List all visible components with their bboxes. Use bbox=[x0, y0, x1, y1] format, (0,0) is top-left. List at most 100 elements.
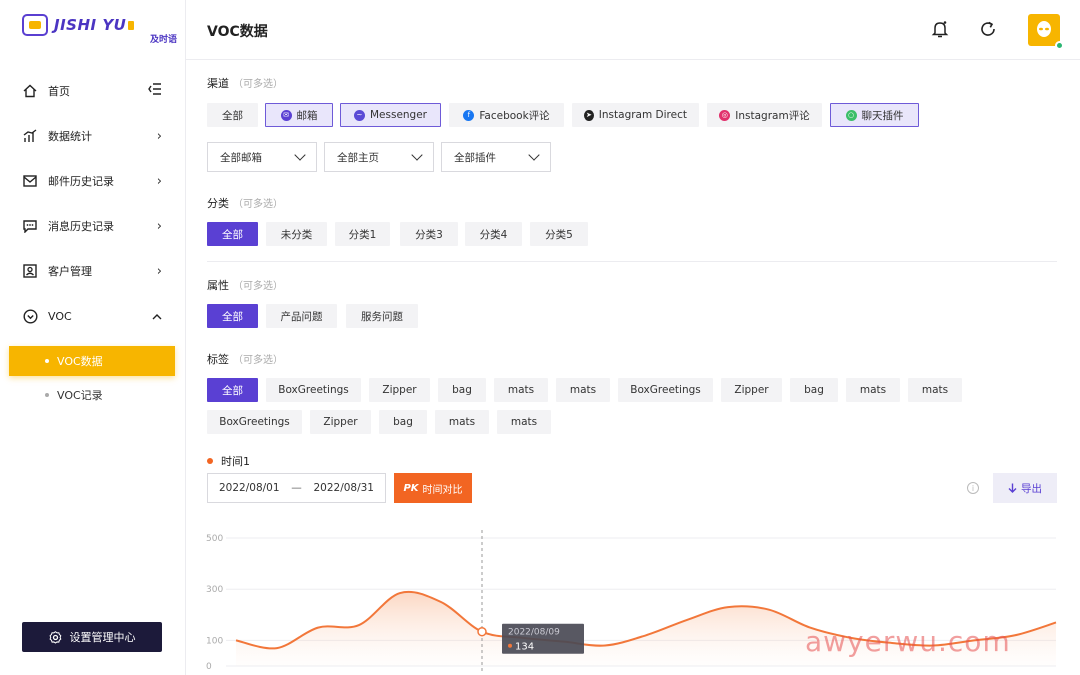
channel-chip-instagram-direct[interactable]: ➤ Instagram Direct bbox=[572, 103, 699, 127]
compare-time-button[interactable]: PK 时间对比 bbox=[394, 473, 472, 503]
info-icon[interactable]: i bbox=[967, 482, 979, 494]
sidebar-subitem-label: VOC记录 bbox=[57, 389, 103, 402]
sidebar-item-label: 首页 bbox=[48, 85, 70, 98]
tag-chip[interactable]: Zipper bbox=[310, 410, 371, 434]
channel-chip-all[interactable]: 全部 bbox=[207, 103, 258, 127]
mail-icon bbox=[22, 173, 38, 189]
page-select[interactable]: 全部主页 bbox=[324, 142, 434, 172]
attribute-section-label: 属性 （可多选） bbox=[207, 279, 283, 292]
sidebar-item-label: 邮件历史记录 bbox=[48, 175, 114, 188]
logo-subtitle: 及时语 bbox=[150, 35, 178, 45]
y-tick-label: 100 bbox=[206, 636, 223, 646]
sidebar-item-email-history[interactable]: 邮件历史记录 › bbox=[0, 169, 186, 193]
tag-chip[interactable]: bag bbox=[790, 378, 838, 402]
tag-chip[interactable]: Zipper bbox=[369, 378, 430, 402]
logo-icon bbox=[22, 14, 48, 36]
channel-section-label: 渠道 （可多选） bbox=[207, 77, 283, 90]
tags-section-label: 标签 （可多选） bbox=[207, 353, 283, 366]
sidebar-item-label: VOC bbox=[48, 309, 72, 323]
tag-chip[interactable]: mats bbox=[908, 378, 962, 402]
sidebar-subitem-label: VOC数据 bbox=[57, 355, 103, 368]
export-button[interactable]: 导出 bbox=[993, 473, 1057, 503]
tag-chip[interactable]: Zipper bbox=[721, 378, 782, 402]
alien-avatar-icon bbox=[1037, 21, 1051, 37]
category-chip-5[interactable]: 分类5 bbox=[530, 222, 588, 246]
sidebar: JISHI YU 及时语 首页 数据统计 › 邮件历史记录 › 消息历史记录 › bbox=[0, 0, 186, 675]
sidebar-item-statistics[interactable]: 数据统计 › bbox=[0, 124, 186, 148]
sidebar-item-customers[interactable]: 客户管理 › bbox=[0, 259, 186, 283]
chart-hover-point bbox=[477, 626, 487, 637]
tag-chip[interactable]: BoxGreetings bbox=[266, 378, 361, 402]
mail-circle-icon: ✉ bbox=[280, 109, 292, 121]
sidebar-item-label: 客户管理 bbox=[48, 265, 92, 278]
bell-icon[interactable] bbox=[929, 18, 951, 40]
section-divider bbox=[207, 261, 1057, 262]
tooltip-value: 134 bbox=[515, 642, 534, 653]
settings-icon bbox=[48, 630, 61, 644]
mailbox-select[interactable]: 全部邮箱 bbox=[207, 142, 317, 172]
chevron-right-icon: › bbox=[156, 263, 162, 279]
tag-chip[interactable]: mats bbox=[556, 378, 610, 402]
collapse-menu-icon[interactable] bbox=[148, 83, 162, 99]
message-icon bbox=[22, 218, 38, 234]
tag-chip[interactable]: mats bbox=[846, 378, 900, 402]
chart-tooltip: 2022/08/09 134 bbox=[502, 623, 584, 654]
sidebar-item-label: 数据统计 bbox=[48, 130, 92, 143]
attribute-chip-service-issue[interactable]: 服务问题 bbox=[346, 304, 418, 328]
app-logo: JISHI YU bbox=[22, 14, 135, 36]
home-icon bbox=[22, 83, 38, 99]
channel-chip-facebook-comments[interactable]: f Facebook评论 bbox=[449, 103, 564, 127]
page-title: VOC数据 bbox=[207, 24, 268, 40]
online-status-dot bbox=[1055, 41, 1064, 50]
category-chip-1[interactable]: 分类1 bbox=[335, 222, 390, 246]
watermark-text: awyerwu.com bbox=[805, 625, 1011, 658]
chevron-up-icon bbox=[152, 309, 162, 324]
tag-chip[interactable]: BoxGreetings bbox=[207, 410, 302, 434]
logo-text: JISHI YU bbox=[54, 16, 127, 34]
sidebar-item-message-history[interactable]: 消息历史记录 › bbox=[0, 214, 186, 238]
avatar[interactable] bbox=[1028, 14, 1064, 50]
attribute-chip-all[interactable]: 全部 bbox=[207, 304, 258, 328]
refresh-icon[interactable] bbox=[977, 18, 999, 40]
settings-center-button[interactable]: 设置管理中心 bbox=[22, 622, 162, 652]
end-date: 2022/08/31 bbox=[313, 482, 374, 494]
chevron-right-icon: › bbox=[156, 173, 162, 189]
voc-icon bbox=[22, 308, 38, 324]
y-tick-label: 0 bbox=[206, 662, 212, 672]
send-icon: ➤ bbox=[584, 109, 594, 121]
category-chip-4[interactable]: 分类4 bbox=[465, 222, 522, 246]
tag-chip[interactable]: mats bbox=[494, 378, 548, 402]
chevron-down-icon bbox=[411, 149, 423, 161]
date-range-picker[interactable]: 2022/08/01 — 2022/08/31 bbox=[207, 473, 386, 503]
sidebar-subitem-voc-data[interactable]: VOC数据 bbox=[9, 346, 175, 376]
plugin-select[interactable]: 全部插件 bbox=[441, 142, 551, 172]
category-section-label: 分类 （可多选） bbox=[207, 197, 283, 210]
tag-chip[interactable]: mats bbox=[497, 410, 551, 434]
channel-chip-mailbox[interactable]: ✉ 邮箱 bbox=[265, 103, 333, 127]
tag-chip[interactable]: bag bbox=[379, 410, 427, 434]
channel-chip-messenger[interactable]: ~ Messenger bbox=[340, 103, 441, 127]
sidebar-item-home[interactable]: 首页 bbox=[0, 79, 186, 103]
tag-chip[interactable]: bag bbox=[438, 378, 486, 402]
y-tick-label: 300 bbox=[206, 585, 223, 595]
tooltip-date: 2022/08/09 bbox=[508, 628, 560, 638]
instagram-icon: ◎ bbox=[719, 109, 731, 121]
arrow-down-icon bbox=[1008, 483, 1017, 493]
category-chip-all[interactable]: 全部 bbox=[207, 222, 258, 246]
tag-chip[interactable]: BoxGreetings bbox=[618, 378, 713, 402]
channel-chip-instagram-comments[interactable]: ◎ Instagram评论 bbox=[707, 103, 822, 127]
attribute-chip-product-issue[interactable]: 产品问题 bbox=[266, 304, 337, 328]
settings-center-label: 设置管理中心 bbox=[69, 631, 136, 644]
series-color-dot bbox=[207, 458, 213, 464]
category-chip-uncategorized[interactable]: 未分类 bbox=[266, 222, 327, 246]
chat-plugin-icon: ○ bbox=[845, 109, 857, 121]
category-chip-3[interactable]: 分类3 bbox=[400, 222, 458, 246]
tag-chip[interactable]: mats bbox=[435, 410, 489, 434]
tag-chip-all[interactable]: 全部 bbox=[207, 378, 258, 402]
bar-chart-icon bbox=[22, 128, 38, 144]
sidebar-subitem-voc-records[interactable]: VOC记录 bbox=[9, 380, 175, 410]
sidebar-item-voc[interactable]: VOC bbox=[0, 304, 186, 328]
channel-chip-chat-plugin[interactable]: ○ 聊天插件 bbox=[830, 103, 919, 127]
chevron-down-icon bbox=[528, 149, 540, 161]
y-tick-label: 500 bbox=[206, 534, 223, 544]
